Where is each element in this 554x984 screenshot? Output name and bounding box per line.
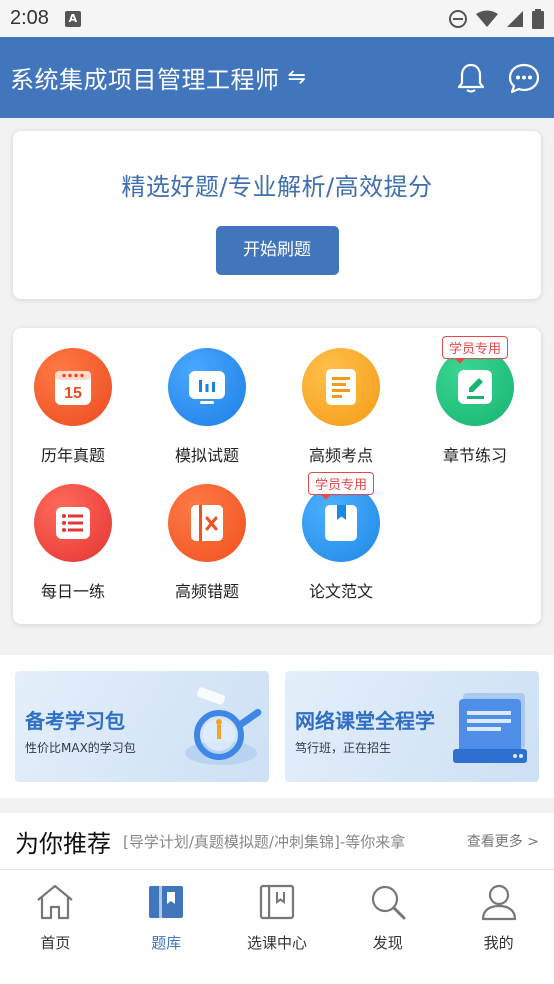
grid-item-key-points[interactable]: 高频考点 [281,348,401,466]
tab-label: 我的 [483,934,514,952]
tab-label: 首页 [40,934,71,952]
grid-item-label: 论文范文 [308,582,373,601]
banner-title: 网络课堂全程学 [295,709,435,733]
bottom-nav: 首页 题库 选课中心 发现 我的 [0,869,554,984]
course-icon [259,884,295,920]
grid-item-daily-practice[interactable]: 每日一练 [13,484,133,602]
tab-question-bank[interactable]: 题库 [111,870,222,984]
tab-label: 发现 [372,934,403,952]
notification-icon: A [64,10,81,27]
grid-item-chapter-practice[interactable]: 章节练习 学员专用 [415,336,535,466]
switch-subject-icon[interactable]: ⇋ [288,65,306,90]
grid-item-label: 历年真题 [40,446,105,465]
search-icon [371,885,406,920]
recommend-section: 为你推荐 [导学计划/真题模拟题/冲刺集锦]-等你来拿 查看更多 > [0,813,554,869]
magnifier-illustration-icon [185,687,262,765]
subject-title[interactable]: 系统集成项目管理工程师 [10,60,280,95]
view-more-link[interactable]: 查看更多 > [467,831,539,851]
status-icons [448,8,544,29]
grid-item-frequent-mistakes[interactable]: 高频错题 [147,484,267,602]
banner-strip: 备考学习包 性价比MAX的学习包 网络课堂全程学 笃行班，正在招生 [0,655,554,798]
tab-profile[interactable]: 我的 [443,870,554,984]
tab-course-center[interactable]: 选课中心 [222,870,333,984]
wrong-book-icon [168,484,246,562]
recommend-subtitle: [导学计划/真题模拟题/冲刺集锦]-等你来拿 [123,832,406,851]
document-icon [302,348,380,426]
online-course-banner[interactable]: 网络课堂全程学 笃行班，正在招生 [285,671,539,782]
app-header: 系统集成项目管理工程师 ⇋ [0,37,554,118]
signal-icon [507,10,523,27]
recommend-title: 为你推荐 [15,829,111,858]
grid-item-label: 章节练习 [442,446,507,465]
feature-grid: 15 历年真题 模拟试题 高频考点 章节练习 学员专用 每日一练 高频错题 论文… [13,328,541,624]
study-pack-banner[interactable]: 备考学习包 性价比MAX的学习包 [15,671,269,782]
tab-home[interactable]: 首页 [0,870,111,984]
bell-icon[interactable] [456,62,486,94]
calendar-icon: 15 [34,348,112,426]
chat-icon[interactable] [508,62,540,94]
banner-title: 备考学习包 [25,709,125,733]
tab-label: 选课中心 [246,934,307,952]
edit-note-icon [436,348,514,426]
tab-label: 题库 [151,934,182,952]
grid-item-essay-samples[interactable]: 论文范文 学员专用 [281,472,401,602]
start-practice-button[interactable]: 开始刷题 [215,226,339,275]
banner-subtitle: 笃行班，正在招生 [295,741,392,755]
svg-text:15: 15 [64,385,82,402]
grid-item-past-exams[interactable]: 15 历年真题 [13,348,133,466]
profile-icon [481,884,516,921]
status-time: 2:08 [10,7,49,29]
question-bank-icon [149,886,184,918]
grid-item-label: 高频错题 [174,582,239,601]
monitor-chart-icon [168,348,246,426]
home-icon [37,884,74,920]
list-icon [34,484,112,562]
battery-icon [532,8,544,29]
grid-item-label: 模拟试题 [174,446,239,465]
wifi-icon [476,10,498,27]
laptop-illustration-icon [453,693,527,763]
grid-item-label: 每日一练 [40,582,105,601]
status-bar: 2:08 A [0,0,554,37]
members-only-badge: 学员专用 [307,472,375,500]
bookmark-book-icon [302,484,380,562]
practice-promo-card: 精选好题/专业解析/高效提分 开始刷题 [13,131,541,299]
grid-item-label: 高频考点 [308,446,373,465]
tab-discover[interactable]: 发现 [332,870,443,984]
do-not-disturb-icon [449,9,467,28]
banner-subtitle: 性价比MAX的学习包 [25,741,136,755]
promo-headline: 精选好题/专业解析/高效提分 [121,173,433,201]
members-only-badge: 学员专用 [441,336,509,364]
grid-item-mock-exams[interactable]: 模拟试题 [147,348,267,466]
